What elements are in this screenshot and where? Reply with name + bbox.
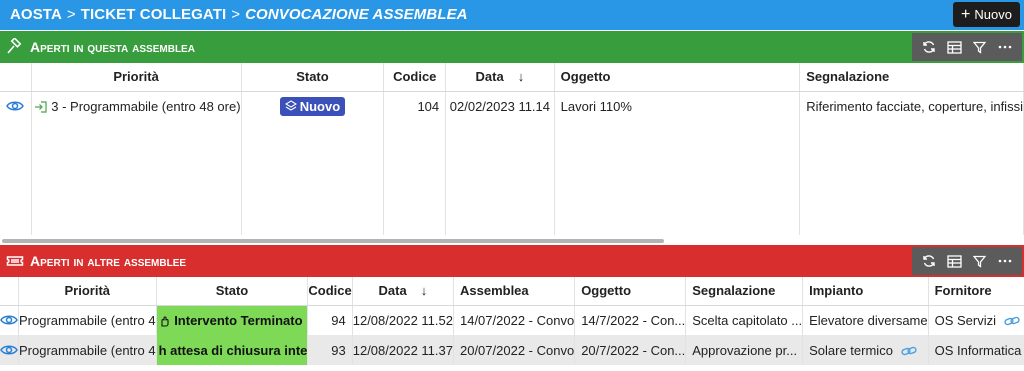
gavel-icon (7, 38, 22, 54)
link-icon[interactable] (900, 346, 917, 356)
new-button[interactable]: + Nuovo (953, 2, 1020, 27)
cell-fornitore: OS Servizi (928, 305, 1024, 335)
section-toolbar (912, 33, 1022, 61)
col-header-data-label: Data (475, 69, 504, 85)
eye-icon[interactable] (0, 100, 30, 112)
sort-down-icon: ↓ (517, 69, 525, 85)
eye-icon[interactable] (0, 344, 18, 356)
breadcrumb-item-ticket-collegati[interactable]: TICKET COLLEGATI (81, 6, 226, 23)
cell-codice: 104 (383, 91, 447, 121)
new-button-label: Nuovo (974, 7, 1012, 22)
table-icon[interactable] (945, 38, 963, 56)
more-icon[interactable] (996, 38, 1014, 56)
cell-segnalazione: Scelta capitolato ... (685, 305, 804, 335)
col-header-oggetto[interactable]: Oggetto (574, 277, 687, 306)
status-badge-label: Nuovo (299, 98, 341, 114)
cell-data: 02/02/2023 11.14 (445, 91, 555, 121)
ticket-icon (6, 256, 24, 266)
cell-stato: Nuovo (241, 91, 385, 121)
col-header-data[interactable]: Data ↓ (352, 277, 454, 306)
table-icon[interactable] (945, 252, 963, 270)
top-bar: AOSTA > TICKET COLLEGATI > CONVOCAZIONE ASSE… (0, 0, 1024, 30)
breadcrumb-item-aosta[interactable]: AOSTA (10, 6, 62, 23)
col-header-segnalazione[interactable]: Segnalazione (799, 63, 1024, 92)
col-header-segnalazione[interactable]: Segnalazione (685, 277, 804, 306)
cell-oggetto: 14/7/2022 - Con... (574, 305, 687, 335)
section-title: Aperti in questa assemblea (30, 39, 195, 55)
col-header-data[interactable]: Data ↓ (445, 63, 555, 92)
cell-fornitore-text: OS Informatica (934, 342, 1022, 358)
cell-assemblea: 20/07/2022 - Convo (453, 335, 576, 365)
cell-codice: 93 (307, 335, 353, 365)
col-header-actions (0, 277, 19, 306)
section-header-current-assembly: Aperti in questa assemblea (0, 31, 1024, 63)
cell-data: 12/08/2022 11.52 (352, 305, 454, 335)
col-header-priorita[interactable]: Priorità (31, 63, 242, 92)
col-header-stato[interactable]: Stato (156, 277, 309, 306)
view-cell (0, 91, 32, 121)
current-assembly-table: Priorità Stato Codice Data ↓ Oggetto Segn… (0, 63, 1024, 235)
sort-down-icon: ↓ (420, 283, 428, 299)
cell-stato: h attesa di chiusura inte (156, 335, 309, 365)
breadcrumb-separator: > (66, 6, 76, 23)
cell-priorita-text: 3 - Programmabile (entro 48 ore) (51, 98, 241, 114)
table-row[interactable]: Programmabile (entro 4 Intervento Termin… (0, 305, 1024, 335)
link-icon[interactable] (1004, 316, 1020, 326)
refresh-icon[interactable] (920, 252, 938, 270)
col-header-impianto[interactable]: Impianto (802, 277, 929, 306)
refresh-icon[interactable] (920, 38, 938, 56)
col-header-assemblea[interactable]: Assemblea (453, 277, 576, 306)
cell-priorita: Programmabile (entro 4 (18, 335, 157, 365)
cell-impianto-text: Solare termico (809, 342, 893, 358)
table-row[interactable]: 3 - Programmabile (entro 48 ore) Nuovo 1… (0, 91, 1024, 121)
eye-icon[interactable] (0, 314, 18, 326)
section-title: Aperti in altre assemblee (30, 253, 187, 269)
filter-icon[interactable] (971, 252, 989, 270)
section-header-other-assemblies: Aperti in altre assemblee (0, 245, 1024, 277)
table-row[interactable]: Programmabile (entro 4 h attesa di chius… (0, 335, 1024, 365)
table-empty-area (0, 121, 1024, 235)
col-header-stato[interactable]: Stato (241, 63, 385, 92)
section-toolbar (912, 247, 1022, 275)
enter-icon (34, 101, 47, 113)
col-header-oggetto[interactable]: Oggetto (554, 63, 801, 92)
other-assemblies-table: Priorità Stato Codice Data ↓ Assemblea Og… (0, 277, 1024, 365)
cell-oggetto: Lavori 110% (554, 91, 801, 121)
cell-segnalazione: Riferimento facciate, coperture, infissi (799, 91, 1024, 121)
col-header-fornitore[interactable]: Fornitore (928, 277, 1024, 306)
status-badge: Nuovo (279, 96, 346, 116)
cell-codice: 94 (307, 305, 353, 335)
more-icon[interactable] (996, 252, 1014, 270)
cell-priorita: 3 - Programmabile (entro 48 ore) (31, 91, 242, 121)
breadcrumb-item-current: CONVOCAZIONE ASSEMBLEA (245, 6, 468, 23)
plus-icon: + (961, 5, 971, 23)
col-header-priorita[interactable]: Priorità (18, 277, 157, 306)
col-header-codice[interactable]: Codice (383, 63, 447, 92)
col-header-data-label: Data (378, 283, 407, 299)
cell-impianto: Elevatore diversame (802, 305, 929, 335)
hand-icon (161, 316, 169, 327)
cell-segnalazione: Approvazione pr... (685, 335, 804, 365)
cell-stato: Intervento Terminato (156, 305, 309, 335)
cell-priorita: Programmabile (entro 4 (18, 305, 157, 335)
view-cell (0, 335, 19, 365)
breadcrumb-separator: > (231, 6, 241, 23)
col-header-codice[interactable]: Codice (307, 277, 353, 306)
col-header-actions (0, 63, 32, 92)
breadcrumb: AOSTA > TICKET COLLEGATI > CONVOCAZIONE ASSE… (10, 6, 468, 23)
cell-fornitore: OS Informatica (928, 335, 1024, 365)
cell-assemblea: 14/07/2022 - Convo (453, 305, 576, 335)
filter-icon[interactable] (971, 38, 989, 56)
cell-oggetto: 20/7/2022 - Con... (574, 335, 687, 365)
cell-data: 12/08/2022 11.37 (352, 335, 454, 365)
horizontal-scrollbar[interactable] (2, 239, 664, 243)
layers-icon (284, 100, 297, 111)
cell-stato-text: Intervento Terminato (174, 312, 303, 328)
view-cell (0, 305, 19, 335)
cell-fornitore-text: OS Servizi (934, 312, 997, 328)
cell-impianto: Solare termico (802, 335, 929, 365)
